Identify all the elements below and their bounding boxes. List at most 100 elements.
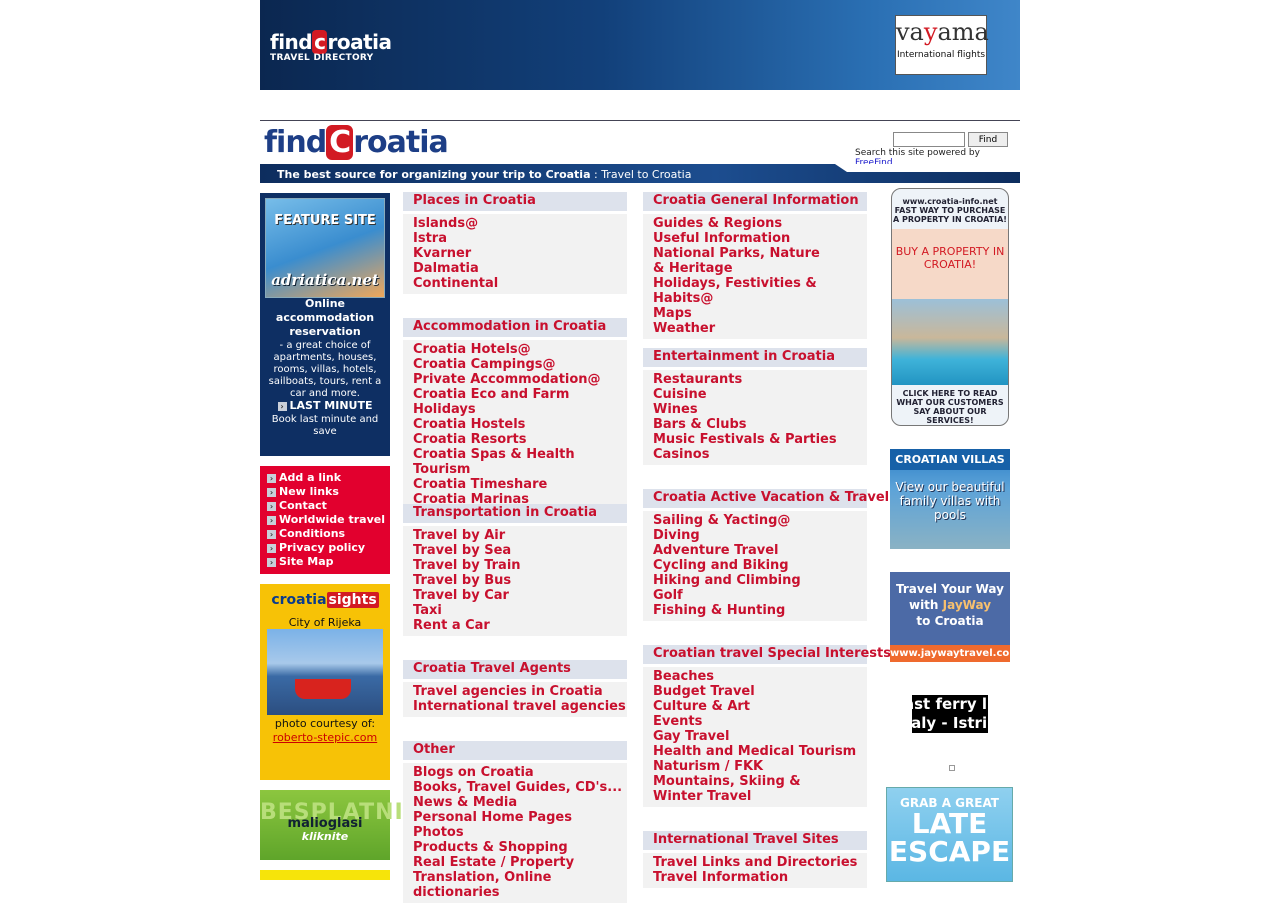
- category-link[interactable]: Budget Travel: [653, 684, 867, 699]
- category-link[interactable]: Travel by Air: [413, 528, 627, 543]
- category-link[interactable]: Dalmatia: [413, 261, 627, 276]
- category-link[interactable]: Travel by Bus: [413, 573, 627, 588]
- banner-logo[interactable]: find c roatia TRAVEL DIRECTORY: [270, 30, 392, 63]
- category-link[interactable]: Music Festivals & Parties: [653, 432, 867, 447]
- sidebar-link-privacy-policy[interactable]: › Privacy policy: [267, 541, 390, 555]
- category-link[interactable]: Taxi: [413, 603, 627, 618]
- category-link[interactable]: Holidays, Festivities & Habits@: [653, 276, 867, 306]
- category-link[interactable]: Travel Information: [653, 870, 867, 885]
- search-input[interactable]: [893, 132, 965, 147]
- photo-credit-link[interactable]: roberto-stepic.com: [260, 731, 390, 744]
- yellow-ad-strip[interactable]: [260, 870, 390, 880]
- category-link[interactable]: Croatia Timeshare: [413, 477, 627, 492]
- category-link[interactable]: Istra: [413, 231, 627, 246]
- last-minute-label: LAST MINUTE: [289, 399, 373, 412]
- ferry-ad[interactable]: ast ferry lin taly - Istri: [912, 695, 988, 733]
- category-link[interactable]: Gay Travel: [653, 729, 867, 744]
- category-link[interactable]: News & Media: [413, 795, 627, 810]
- powered-text: Search this site powered by: [855, 148, 980, 158]
- sidebar-link-new-links[interactable]: › New links: [267, 485, 390, 499]
- category-link[interactable]: Croatia Hostels: [413, 417, 627, 432]
- croatian-villas-ad[interactable]: CROATIAN VILLAS View our beautiful famil…: [890, 449, 1010, 549]
- category-link[interactable]: Bars & Clubs: [653, 417, 867, 432]
- sights-logo-b: sights: [326, 592, 379, 608]
- category-link[interactable]: Personal Home Pages: [413, 810, 627, 825]
- category-link[interactable]: Diving: [653, 528, 867, 543]
- croatia-info-bottom: CLICK HERE TO READ WHAT OUR CUSTOMERS SA…: [896, 389, 1004, 425]
- category-link[interactable]: Travel Links and Directories: [653, 855, 867, 870]
- category-link[interactable]: Islands@: [413, 216, 627, 231]
- category-link[interactable]: Rent a Car: [413, 618, 627, 633]
- rijeka-photo[interactable]: [267, 629, 383, 715]
- villas-text: View our beautiful family villas with po…: [895, 480, 1005, 522]
- croatia-info-ad[interactable]: www.croatia-info.net FAST WAY TO PURCHAS…: [891, 188, 1009, 426]
- category-link[interactable]: Sailing & Yacting@: [653, 513, 867, 528]
- category-link[interactable]: Croatia Resorts: [413, 432, 627, 447]
- jayway-line3: to Croatia: [916, 614, 984, 628]
- sidebar-link-contact[interactable]: › Contact: [267, 499, 390, 513]
- feature-site-box[interactable]: FEATURE SITE adriatica.net Online accomm…: [260, 193, 390, 456]
- sidebar-link-label: Conditions: [279, 527, 346, 540]
- jayway-line2: with JayWay: [890, 597, 1010, 613]
- category-other: Other Blogs on Croatia Books, Travel Gui…: [403, 741, 627, 903]
- category-link[interactable]: Culture & Art: [653, 699, 867, 714]
- category-link[interactable]: Travel agencies in Croatia: [413, 684, 627, 699]
- category-link[interactable]: Useful Information: [653, 231, 867, 246]
- category-link[interactable]: Croatia Hotels@: [413, 342, 627, 357]
- category-link[interactable]: Wines: [653, 402, 867, 417]
- category-link[interactable]: Naturism / FKK: [653, 759, 867, 774]
- category-link[interactable]: Casinos: [653, 447, 867, 462]
- category-link[interactable]: Private Accommodation@: [413, 372, 627, 387]
- category-link[interactable]: Photos: [413, 825, 627, 840]
- croatia-info-mid: BUY A PROPERTY IN CROATIA!: [895, 245, 1005, 271]
- category-link[interactable]: Guides & Regions: [653, 216, 867, 231]
- sidebar-link-conditions[interactable]: › Conditions: [267, 527, 390, 541]
- category-link[interactable]: Mountains, Skiing & Winter Travel: [653, 774, 843, 804]
- sidebar-link-add-a-link[interactable]: › Add a link: [267, 471, 390, 485]
- category-link[interactable]: Travel by Car: [413, 588, 627, 603]
- sidebar-link-site-map[interactable]: › Site Map: [267, 555, 390, 569]
- category-link[interactable]: Maps: [653, 306, 867, 321]
- category-link[interactable]: Continental: [413, 276, 627, 291]
- category-link[interactable]: Croatia Campings@: [413, 357, 627, 372]
- sidebar-link-worldwide-travel[interactable]: › Worldwide travel: [267, 513, 390, 527]
- tagline: The best source for organizing your trip…: [277, 168, 691, 181]
- category-link[interactable]: Beaches: [653, 669, 867, 684]
- ferry-line2: taly - Istri: [912, 714, 988, 732]
- category-link[interactable]: Croatia Spas & Health Tourism: [413, 447, 627, 477]
- category-link[interactable]: Blogs on Croatia: [413, 765, 627, 780]
- category-link[interactable]: Translation, Online dictionaries: [413, 870, 627, 900]
- category-link[interactable]: Golf: [653, 588, 867, 603]
- mali-oglasi-ad[interactable]: BESPLATNI malioglasi kliknite: [260, 790, 403, 860]
- category-link[interactable]: National Parks, Nature & Heritage: [653, 246, 823, 276]
- croatia-sights-box[interactable]: croatia sights City of Rijeka photo court…: [260, 584, 390, 780]
- category-link[interactable]: Restaurants: [653, 372, 867, 387]
- category-link[interactable]: Real Estate / Property: [413, 855, 627, 870]
- category-link[interactable]: Cycling and Biking: [653, 558, 867, 573]
- category-link[interactable]: Products & Shopping: [413, 840, 627, 855]
- category-link[interactable]: Travel by Sea: [413, 543, 627, 558]
- category-link[interactable]: Cuisine: [653, 387, 867, 402]
- villas-title: CROATIAN VILLAS: [890, 449, 1010, 470]
- category-link[interactable]: Travel by Train: [413, 558, 627, 573]
- site-logo[interactable]: find Croatia: [264, 125, 449, 160]
- category-link[interactable]: Events: [653, 714, 867, 729]
- category-link[interactable]: Books, Travel Guides, CD's...: [413, 780, 627, 795]
- category-link[interactable]: Health and Medical Tourism: [653, 744, 867, 759]
- category-link[interactable]: Adventure Travel: [653, 543, 867, 558]
- category-link[interactable]: Hiking and Climbing: [653, 573, 867, 588]
- jayway-ad[interactable]: Travel Your Way with JayWay to Croatia w…: [890, 572, 1020, 662]
- category-link[interactable]: Fishing & Hunting: [653, 603, 867, 618]
- category-link[interactable]: Weather: [653, 321, 867, 336]
- adriatica-banner[interactable]: FEATURE SITE adriatica.net: [265, 198, 385, 298]
- last-minute-link[interactable]: › LAST MINUTE: [260, 399, 390, 412]
- category-title: Entertainment in Croatia: [643, 348, 867, 367]
- category-special-interests: Croatian travel Special Interests Beache…: [643, 645, 891, 807]
- late-escape-ad[interactable]: GRAB A GREAT LATE ESCAPE: [886, 787, 1013, 882]
- vayama-ad[interactable]: vayama International flights: [895, 15, 989, 75]
- category-link[interactable]: Kvarner: [413, 246, 627, 261]
- category-link[interactable]: Croatia Eco and Farm Holidays: [413, 387, 627, 417]
- find-button[interactable]: Find: [968, 132, 1008, 147]
- jayway-line1: Travel Your Way: [896, 582, 1004, 596]
- category-link[interactable]: International travel agencies: [413, 699, 627, 714]
